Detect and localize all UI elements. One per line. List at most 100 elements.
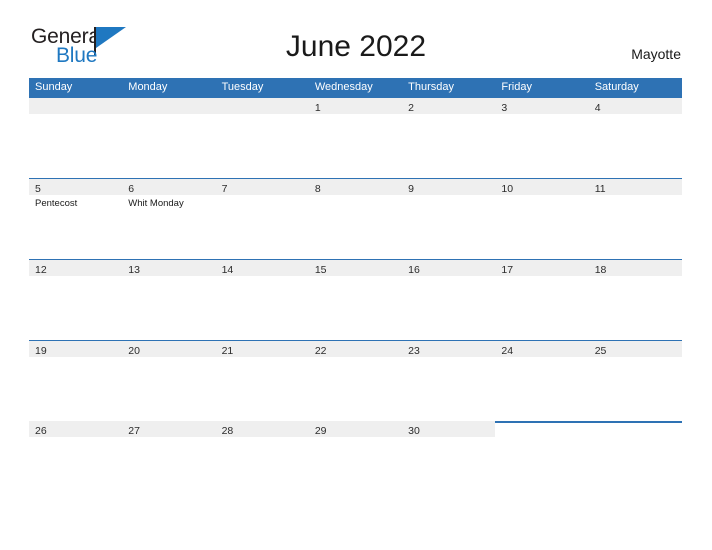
calendar-day-cell[interactable]: 2 bbox=[402, 98, 496, 178]
calendar-day-cell[interactable]: 27 bbox=[122, 421, 216, 502]
calendar-day-cell[interactable]: 11 bbox=[588, 179, 682, 259]
page-header: General Blue June 2022 Mayotte bbox=[0, 0, 712, 66]
calendar-day-cell[interactable]: 19 bbox=[29, 341, 123, 421]
day-number-band: 14 bbox=[215, 260, 309, 276]
day-number: 22 bbox=[314, 345, 327, 357]
calendar-day-cell[interactable]: 20 bbox=[122, 341, 216, 421]
calendar-day-cell[interactable]: 18 bbox=[588, 260, 682, 340]
day-number-band: 5 bbox=[29, 179, 123, 195]
day-number-band: 20 bbox=[122, 341, 216, 357]
calendar-day-cell[interactable]: 30 bbox=[402, 421, 496, 502]
calendar-day-cell[interactable]: 15 bbox=[308, 260, 403, 340]
weekday-monday: Monday bbox=[128, 81, 168, 93]
day-number-band: 18 bbox=[588, 260, 682, 276]
day-number: 18 bbox=[594, 264, 607, 276]
day-number: 11 bbox=[594, 183, 606, 195]
day-number-band: 25 bbox=[588, 341, 682, 357]
calendar-day-cell[interactable]: 9 bbox=[402, 179, 496, 259]
calendar-grid: Sunday Monday Tuesday Wednesday Thursday… bbox=[29, 78, 682, 502]
day-number: 12 bbox=[35, 264, 47, 276]
calendar-day-cell[interactable]: 29 bbox=[308, 421, 403, 502]
day-number: 25 bbox=[594, 345, 607, 357]
calendar-day-cell[interactable]: 3 bbox=[495, 98, 589, 178]
day-number: 9 bbox=[408, 183, 414, 195]
day-number: 30 bbox=[408, 425, 420, 437]
day-number-band: 21 bbox=[215, 341, 309, 357]
calendar-day-cell[interactable]: 7 bbox=[215, 179, 309, 259]
day-number: 16 bbox=[408, 264, 420, 276]
weekday-saturday: Saturday bbox=[594, 81, 639, 93]
calendar-day-cell[interactable]: 16 bbox=[402, 260, 496, 340]
day-number-band: 1 bbox=[308, 98, 403, 114]
day-number: 24 bbox=[501, 345, 514, 357]
day-number-band: 23 bbox=[402, 341, 496, 357]
day-number-band: 29 bbox=[308, 421, 403, 437]
calendar-week-row: 1 2 3 4 bbox=[29, 97, 682, 178]
day-number: 13 bbox=[128, 264, 140, 276]
day-number-band: 4 bbox=[588, 98, 682, 114]
day-number-band: 2 bbox=[402, 98, 496, 114]
calendar-day-cell-empty bbox=[122, 98, 216, 178]
weekday-sunday: Sunday bbox=[35, 81, 73, 93]
weekday-header-row: Sunday Monday Tuesday Wednesday Thursday… bbox=[29, 78, 682, 97]
calendar-day-cell-empty bbox=[495, 421, 588, 502]
calendar-day-cell[interactable]: 1 bbox=[308, 98, 403, 178]
calendar-day-cell[interactable]: 28 bbox=[215, 421, 309, 502]
day-number-band: 15 bbox=[308, 260, 403, 276]
calendar-week-row: 12 13 14 15 16 17 18 bbox=[29, 259, 682, 340]
calendar-day-cell[interactable]: 24 bbox=[495, 341, 589, 421]
day-number: 21 bbox=[221, 345, 234, 357]
calendar-day-cell[interactable]: 12 bbox=[29, 260, 123, 340]
day-number: 27 bbox=[128, 425, 140, 437]
calendar-day-cell[interactable]: 5 Pentecost bbox=[29, 179, 123, 259]
day-number-band: 19 bbox=[29, 341, 123, 357]
calendar-day-cell[interactable]: 23 bbox=[402, 341, 496, 421]
day-number-band bbox=[122, 98, 216, 114]
day-number: 2 bbox=[408, 102, 414, 114]
calendar-day-cell[interactable]: 6 Whit Monday bbox=[122, 179, 216, 259]
calendar-day-cell[interactable]: 8 bbox=[308, 179, 403, 259]
day-number-band: 9 bbox=[402, 179, 496, 195]
day-number-band: 30 bbox=[402, 421, 496, 437]
calendar-day-cell-empty bbox=[29, 98, 123, 178]
day-number: 23 bbox=[408, 345, 420, 357]
calendar-day-cell[interactable]: 14 bbox=[215, 260, 309, 340]
calendar-weeks: 1 2 3 4 5 Pentecost 6 Whit Monday 7 8 9 10 11 12 13 14 1… bbox=[29, 97, 682, 502]
weekday-friday: Friday bbox=[501, 81, 532, 93]
weekday-thursday: Thursday bbox=[408, 81, 454, 93]
day-number-band bbox=[215, 98, 309, 114]
calendar-day-cell[interactable]: 25 bbox=[588, 341, 682, 421]
calendar-day-cell[interactable]: 13 bbox=[122, 260, 216, 340]
calendar-day-cell[interactable]: 26 bbox=[29, 421, 123, 502]
day-number-band: 17 bbox=[495, 260, 589, 276]
calendar-day-cell[interactable]: 22 bbox=[308, 341, 403, 421]
day-number-band: 27 bbox=[122, 421, 216, 437]
day-number: 4 bbox=[594, 102, 601, 114]
calendar-day-cell-empty bbox=[589, 421, 682, 502]
day-number: 6 bbox=[128, 183, 135, 195]
day-number: 10 bbox=[501, 183, 514, 195]
day-number: 26 bbox=[35, 425, 47, 437]
day-number-band: 12 bbox=[29, 260, 123, 276]
calendar-day-cell[interactable]: 4 bbox=[588, 98, 682, 178]
day-number-band: 3 bbox=[495, 98, 589, 114]
page-title: June 2022 bbox=[285, 30, 427, 63]
day-number: 17 bbox=[501, 264, 514, 276]
day-number: 28 bbox=[221, 425, 234, 437]
calendar-day-cell[interactable]: 17 bbox=[495, 260, 589, 340]
day-number: 29 bbox=[314, 425, 327, 437]
day-number-band: 22 bbox=[308, 341, 403, 357]
day-number-band: 16 bbox=[402, 260, 496, 276]
region-label: Mayotte bbox=[631, 46, 681, 62]
day-number-band: 26 bbox=[29, 421, 123, 437]
weekday-wednesday: Wednesday bbox=[314, 81, 373, 93]
calendar-day-cell[interactable]: 21 bbox=[215, 341, 309, 421]
day-number: 3 bbox=[501, 102, 508, 114]
day-number: 5 bbox=[35, 183, 41, 195]
calendar-day-cell[interactable]: 10 bbox=[495, 179, 589, 259]
holiday-event-label: Whit Monday bbox=[128, 198, 184, 209]
day-number-band: 13 bbox=[122, 260, 216, 276]
day-number-band: 11 bbox=[588, 179, 682, 195]
day-number-band: 8 bbox=[308, 179, 403, 195]
calendar-week-row: 19 20 21 22 23 24 25 bbox=[29, 340, 682, 421]
